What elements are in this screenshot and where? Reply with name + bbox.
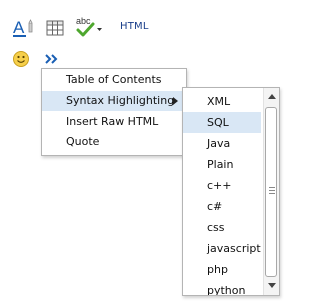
language-option-sql[interactable]: SQL [183,112,261,133]
table-icon [46,20,64,36]
insert-menu: Table of Contents Syntax Highlighting In… [41,68,187,156]
submenu-arrow-icon [173,97,178,105]
spellcheck-label: abc [76,16,91,26]
language-option-javascript[interactable]: javascript [183,238,261,259]
language-option-cpp[interactable]: c++ [183,175,261,196]
language-option-plain[interactable]: Plain [183,154,261,175]
language-option-python[interactable]: python [183,280,261,295]
table-button[interactable] [46,20,64,36]
smiley-icon [13,51,29,67]
submenu-scrollbar[interactable] [263,88,279,295]
html-button[interactable]: HTML [120,21,149,32]
menu-item-label: Syntax Highlighting [66,94,175,107]
emoticon-button[interactable] [12,50,30,68]
menu-item-syntax-highlighting[interactable]: Syntax Highlighting [42,91,184,111]
grip-line [269,190,275,191]
language-option-java[interactable]: Java [183,133,261,154]
font-letter: A [13,18,25,37]
editor-toolbar: A abc HTML [0,0,294,76]
more-options-button[interactable] [43,52,61,66]
language-option-csharp[interactable]: c# [183,196,261,217]
spellcheck-button[interactable]: abc [74,15,102,39]
spellcheck-icon: abc [76,16,102,37]
scroll-down-arrow-icon[interactable] [268,283,276,288]
grip-line [269,187,275,188]
grip-line [269,193,275,194]
text-color-icon: A [13,18,33,37]
syntax-language-list[interactable]: XML SQL Java Plain c++ c# css javascript… [182,87,280,296]
menu-item-quote[interactable]: Quote [42,132,184,152]
language-option-css[interactable]: css [183,217,261,238]
scrollbar-thumb[interactable] [265,107,277,277]
scroll-up-arrow-icon[interactable] [268,94,276,99]
menu-item-table-of-contents[interactable]: Table of Contents [42,70,184,90]
language-option-xml[interactable]: XML [183,91,261,112]
font-style-button[interactable]: A [12,17,38,39]
menu-item-insert-raw-html[interactable]: Insert Raw HTML [42,112,184,132]
language-option-php[interactable]: php [183,259,261,280]
double-chevron-right-icon [45,54,58,64]
